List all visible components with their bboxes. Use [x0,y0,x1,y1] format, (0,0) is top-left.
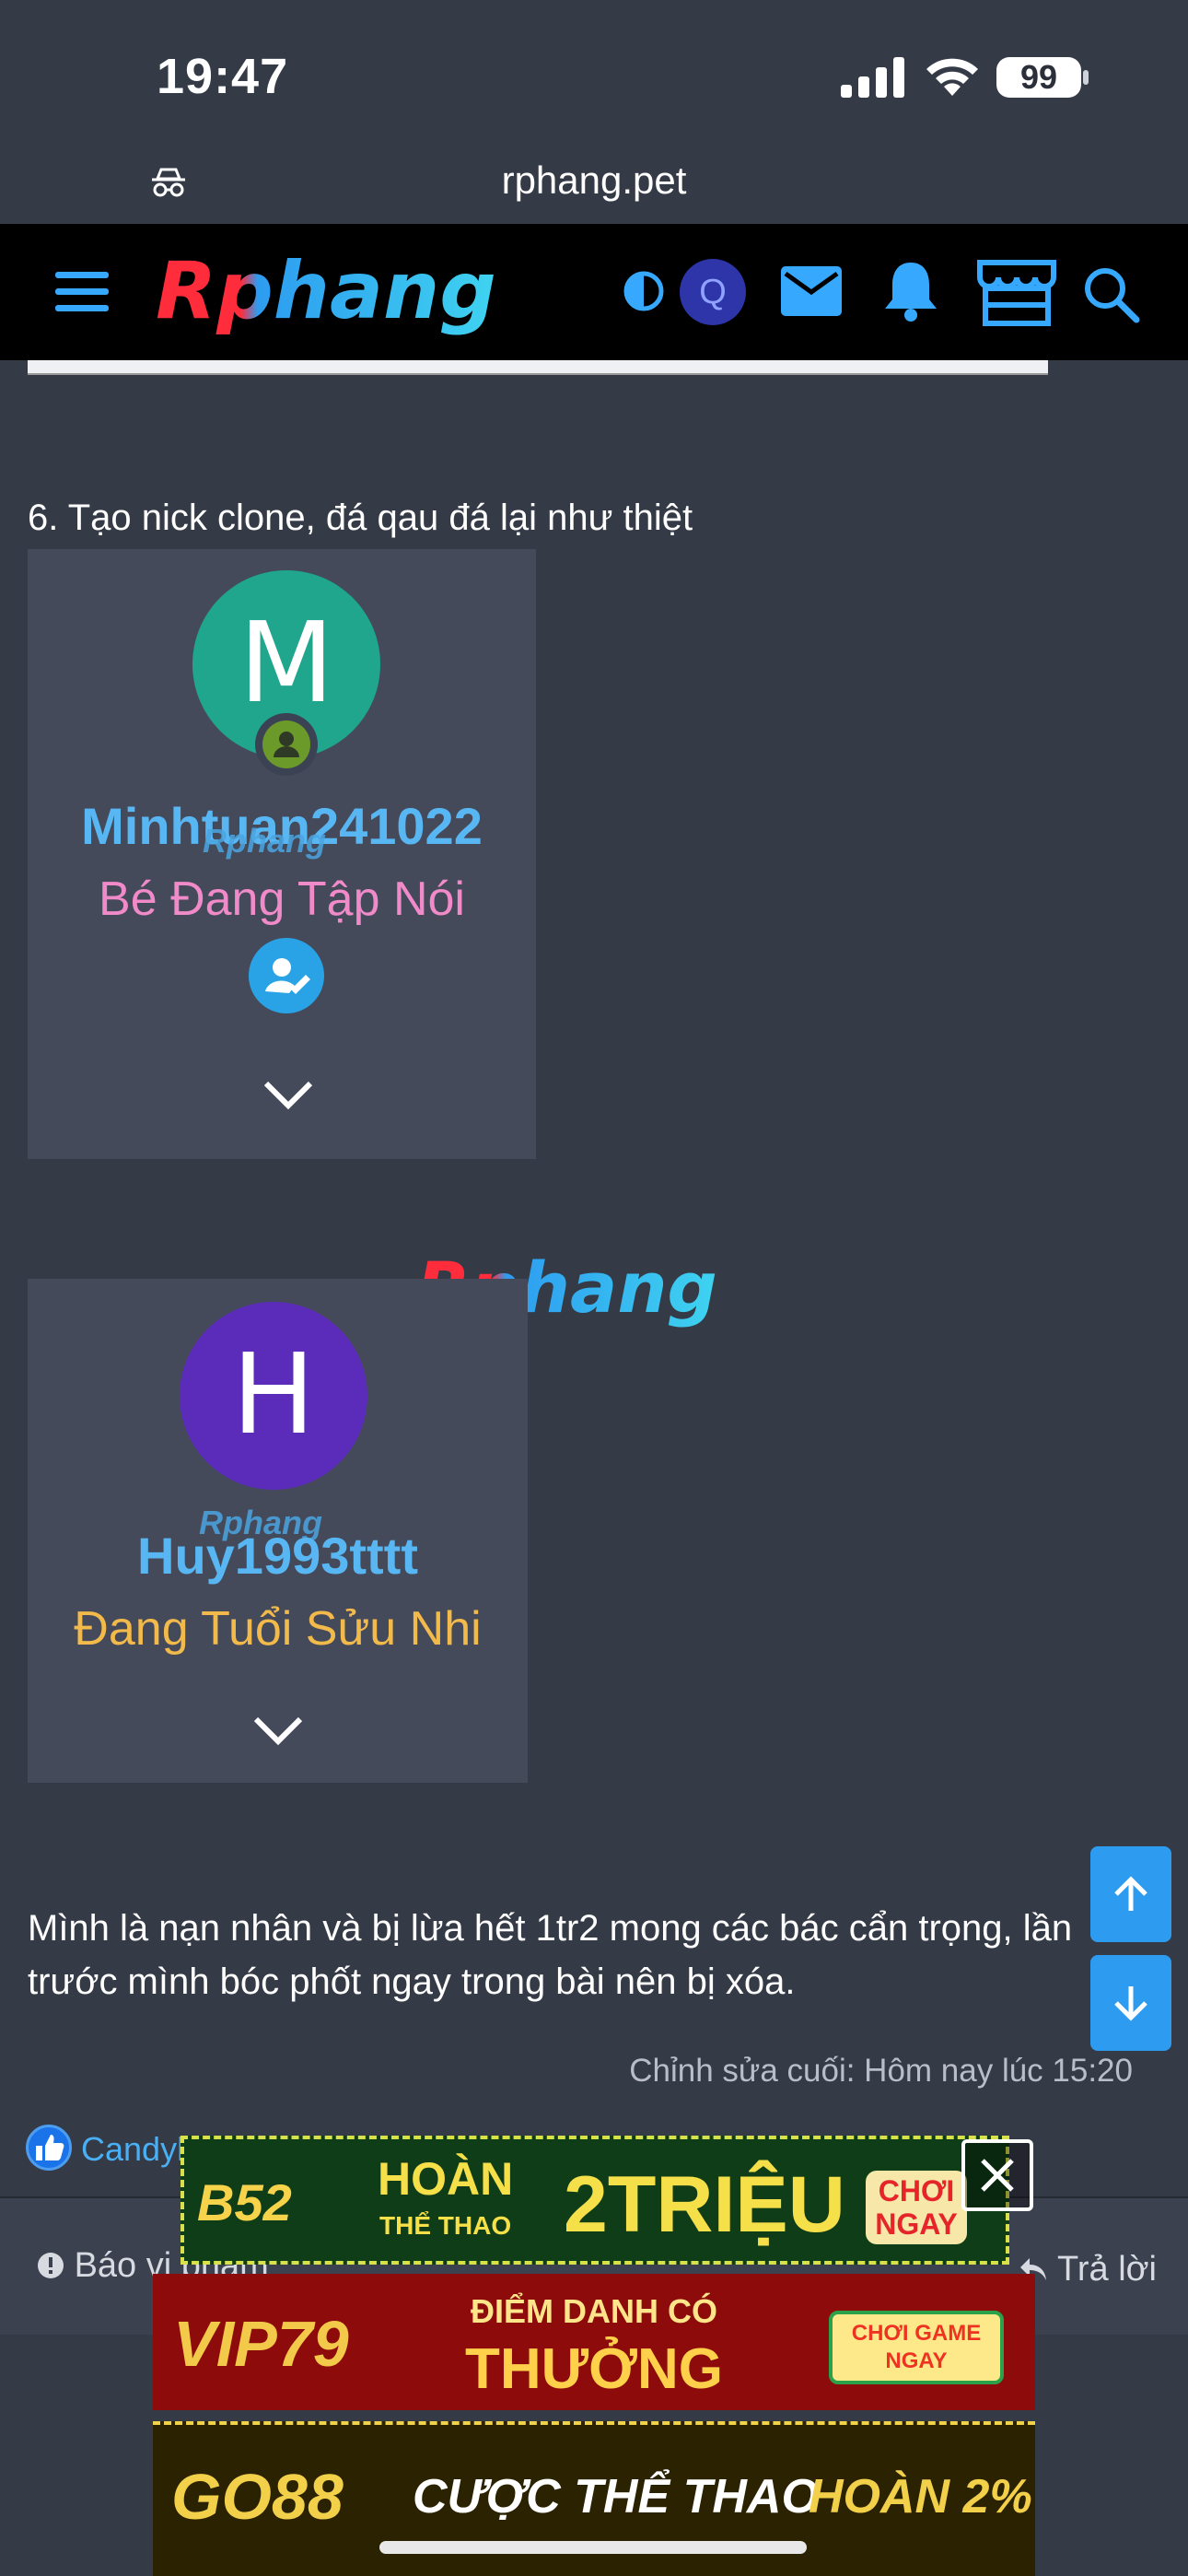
scroll-to-bottom-button[interactable] [1090,1955,1171,2051]
ad-highlight: HOÀN 2% [809,2470,1032,2523]
ad-headline: CƯỢC THỂ THAO [413,2470,819,2523]
battery-tip [1083,70,1089,85]
arrow-up-icon [1114,1876,1147,1911]
reply-label: Trả lời [1057,2250,1157,2289]
profile-title: Đang Tuổi Sửu Nhi [74,1602,482,1656]
user-status-icon [255,713,318,776]
post-paragraph: Mình là nạn nhân và bị lừa hết 1tr2 mong… [28,1908,1073,2002]
status-bar: 19:47 99 rphang.pet [0,0,1188,224]
menu-icon[interactable] [55,272,109,312]
cellular-signal-icon [841,57,904,98]
reply-button[interactable]: Trả lời [1019,2250,1157,2289]
battery-indicator: 99 [996,57,1081,98]
scroll-to-top-button[interactable] [1090,1846,1171,1942]
site-header: Rphang Q [0,224,1188,360]
like-icon [26,2125,72,2171]
chevron-down-icon[interactable] [261,1078,316,1111]
verified-badge-icon [249,938,324,1013]
store-icon[interactable] [976,257,1057,327]
ad-cta: CHƠI NGAY [866,2171,967,2244]
alert-icon [38,2253,64,2278]
theme-toggle-icon[interactable] [623,270,665,312]
home-indicator [379,2541,807,2554]
previous-image-bottom-edge [28,360,1048,375]
ad-line2: THỂ THAO [379,2211,512,2240]
ad-brand: B52 [197,2173,292,2231]
ad-banner-b52[interactable]: B52 HOÀN THỂ THAO 2TRIỆU CHƠI NGAY [181,2136,1009,2265]
ad-brand: GO88 [171,2461,344,2533]
clone-profile-card-1: M Minhtuan241022 Rphang Bé Đang Tập Nói [28,549,536,1159]
ad-cta: CHƠI GAME NGAY [829,2311,1004,2384]
image-watermark: Rphang [203,822,326,860]
notifications-icon[interactable] [882,259,939,322]
last-edited-text: Chỉnh sửa cuối: Hôm nay lúc 15:20 [629,2053,1133,2089]
profile-username: Huy1993tttt [137,1527,418,1585]
clone-profile-card-2: H Rphang Huy1993tttt Đang Tuổi Sửu Nhi [28,1279,528,1783]
status-time: 19:47 [157,49,289,104]
wifi-icon [926,58,978,96]
search-icon[interactable] [1081,264,1140,323]
ad-line1: HOÀN [378,2153,514,2205]
arrow-down-icon [1114,1986,1147,2021]
svg-text:Rphang: Rphang [156,245,496,337]
user-avatar[interactable]: Q [680,259,746,325]
close-icon [981,2159,1014,2192]
chevron-down-icon[interactable] [250,1714,306,1747]
like-user-name[interactable]: Candyl [81,2130,184,2169]
profile-avatar-h: H [180,1302,367,1490]
ad-headline: 2TRIỆU [564,2160,845,2249]
step-6-text: 6. Tạo nick clone, đá qau đá lại như thi… [28,498,693,538]
ad-banner-vip79[interactable]: VIP79 ĐIỂM DANH CÓ THƯỞNG CHƠI GAME NGAY [153,2274,1035,2410]
site-logo[interactable]: Rphang [152,244,576,340]
close-ad-button[interactable] [961,2139,1033,2211]
inbox-icon[interactable] [781,266,842,316]
profile-title: Bé Đang Tập Nói [99,872,465,926]
address-bar-url[interactable]: rphang.pet [0,158,1188,203]
